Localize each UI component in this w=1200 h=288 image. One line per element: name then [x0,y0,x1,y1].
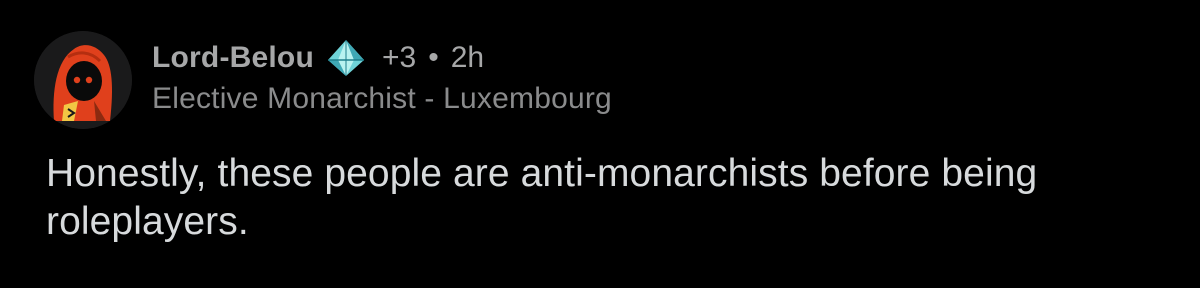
comment-body: Honestly, these people are anti-monarchi… [46,152,1038,243]
avatar[interactable] [34,31,132,129]
user-flair: Elective Monarchist - Luxembourg [152,82,612,115]
timestamp: 2h [450,41,485,74]
award-count[interactable]: +3 [382,41,416,75]
comment-header: Lord-Belou +3 • 2h [152,36,484,80]
comment: Lord-Belou +3 • 2h Elective Monarchist -… [0,0,1200,288]
username-link[interactable]: Lord-Belou [152,41,314,75]
separator-dot: • [428,41,439,74]
hooded-figure-avatar-icon [34,31,132,129]
diamond-crystal-icon [324,38,368,78]
